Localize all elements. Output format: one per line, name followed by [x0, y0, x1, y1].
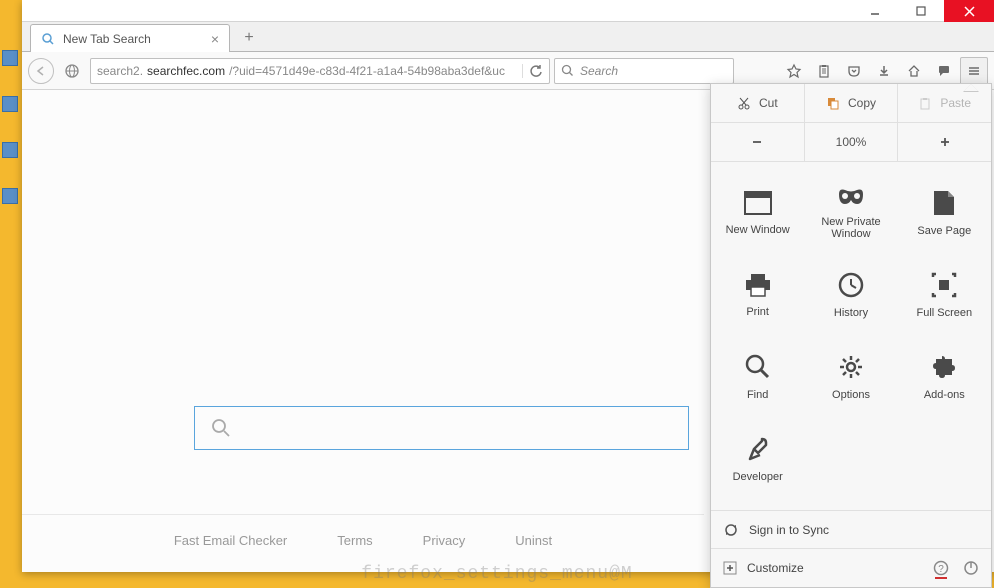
- fullscreen-icon: [930, 271, 958, 299]
- menu-cut[interactable]: Cut: [711, 84, 805, 122]
- zoom-in-button[interactable]: [898, 123, 991, 161]
- tab-active[interactable]: New Tab Search ×: [30, 24, 230, 52]
- reload-button[interactable]: [522, 64, 543, 78]
- tab-title: New Tab Search: [63, 32, 151, 46]
- menu-find[interactable]: Find: [711, 336, 804, 418]
- hamburger-menu-panel: Cut Copy Paste 100% New Window New Priva…: [710, 83, 992, 588]
- copy-icon: [826, 96, 840, 110]
- paste-icon: [918, 96, 932, 110]
- menu-customize-row: Customize ?: [711, 549, 991, 587]
- url-bar[interactable]: search2. searchfec.com /?uid=4571d49e-c83d…: [90, 58, 550, 84]
- search-icon: [211, 418, 231, 438]
- quit-button[interactable]: [963, 560, 979, 576]
- zoom-level[interactable]: 100%: [805, 123, 899, 161]
- tab-close-icon[interactable]: ×: [211, 31, 219, 47]
- clipboard-icon[interactable]: [810, 57, 838, 85]
- downloads-icon[interactable]: [870, 57, 898, 85]
- minimize-button[interactable]: [852, 0, 898, 22]
- new-tab-button[interactable]: +: [236, 25, 262, 51]
- desktop-icon[interactable]: [2, 96, 18, 112]
- page-search-box[interactable]: [194, 406, 689, 450]
- desktop-icon[interactable]: [2, 50, 18, 66]
- close-button[interactable]: [944, 0, 994, 22]
- menu-history[interactable]: History: [804, 254, 897, 336]
- url-host: searchfec.com: [147, 64, 225, 78]
- scissors-icon: [737, 96, 751, 110]
- page-footer: Fast Email Checker Terms Privacy Uninst: [22, 514, 704, 548]
- search-placeholder: Search: [580, 64, 618, 78]
- search-icon: [561, 64, 574, 77]
- menu-copy[interactable]: Copy: [805, 84, 899, 122]
- search-bar[interactable]: Search: [554, 58, 734, 84]
- search-icon: [41, 32, 55, 46]
- addons-icon: [930, 353, 958, 381]
- menu-new-window[interactable]: New Window: [711, 172, 804, 254]
- save-page-icon: [932, 189, 956, 217]
- footer-link[interactable]: Uninst: [515, 533, 552, 548]
- help-button[interactable]: ?: [933, 560, 949, 576]
- maximize-button[interactable]: [898, 0, 944, 22]
- footer-link[interactable]: Privacy: [423, 533, 466, 548]
- home-icon[interactable]: [900, 57, 928, 85]
- desktop-icon[interactable]: [2, 142, 18, 158]
- history-icon: [837, 271, 865, 299]
- menu-grid: New Window New Private Window Save Page …: [711, 162, 991, 511]
- footer-link[interactable]: Terms: [337, 533, 372, 548]
- menu-options[interactable]: Options: [804, 336, 897, 418]
- menu-print[interactable]: Print: [711, 254, 804, 336]
- sync-icon: [723, 522, 739, 538]
- plus-icon: [723, 561, 737, 575]
- menu-paste: Paste: [898, 84, 991, 122]
- print-icon: [744, 272, 772, 298]
- options-icon: [837, 353, 865, 381]
- menu-add-ons[interactable]: Add-ons: [898, 336, 991, 418]
- back-button[interactable]: [28, 58, 54, 84]
- zoom-out-button[interactable]: [711, 123, 805, 161]
- pocket-icon[interactable]: [840, 57, 868, 85]
- desktop-icon[interactable]: [2, 188, 18, 204]
- new-window-icon: [743, 190, 773, 216]
- url-prefix: search2.: [97, 64, 143, 78]
- menu-developer[interactable]: Developer: [711, 418, 804, 500]
- private-window-icon: [835, 186, 867, 208]
- menu-new-private-window[interactable]: New Private Window: [804, 172, 897, 254]
- bookmark-star-icon[interactable]: [780, 57, 808, 85]
- site-identity-icon[interactable]: [58, 57, 86, 85]
- developer-icon: [744, 435, 772, 463]
- menu-full-screen[interactable]: Full Screen: [898, 254, 991, 336]
- find-icon: [744, 353, 772, 381]
- watermark: firefox_settings_menu@M: [361, 564, 632, 584]
- titlebar: [22, 0, 994, 22]
- menu-sign-in-sync[interactable]: Sign in to Sync: [711, 511, 991, 549]
- chat-icon[interactable]: [930, 57, 958, 85]
- footer-link[interactable]: Fast Email Checker: [174, 533, 287, 548]
- url-path: /?uid=4571d49e-c83d-4f21-a1a4-54b98aba3d…: [229, 64, 505, 78]
- menu-customize[interactable]: Customize: [723, 561, 804, 575]
- tab-bar: New Tab Search × +: [22, 22, 994, 52]
- menu-save-page[interactable]: Save Page: [898, 172, 991, 254]
- svg-text:?: ?: [938, 564, 944, 575]
